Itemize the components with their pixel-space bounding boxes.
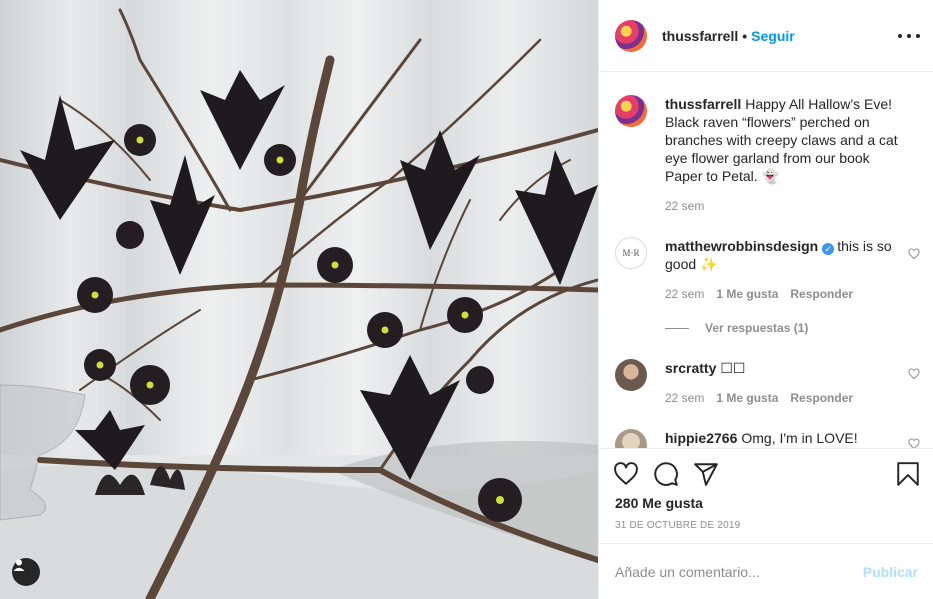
commenter-username[interactable]: matthewrobbinsdesign bbox=[665, 238, 818, 254]
reply-button[interactable]: Responder bbox=[790, 287, 853, 301]
comment-item: M·R matthewrobbinsdesign ✓ this is so good… bbox=[615, 237, 925, 273]
photo-illustration bbox=[0, 8, 598, 599]
view-replies-label: Ver respuestas (1) bbox=[705, 321, 809, 335]
share-icon[interactable] bbox=[693, 461, 719, 487]
comment-meta: 22 sem 1 Me gusta Responder bbox=[665, 391, 853, 405]
action-bar: 280 Me gusta 31 DE OCTUBRE DE 2019 bbox=[599, 448, 933, 544]
post-photo[interactable] bbox=[0, 0, 598, 599]
comment-composer: Publicar bbox=[599, 543, 933, 599]
comment-like-heart-icon[interactable] bbox=[908, 368, 920, 380]
caption: thussfarrell Happy All Hallow’s Eve! Blac… bbox=[615, 95, 925, 185]
caption-meta: 22 sem bbox=[665, 199, 704, 213]
bookmark-icon[interactable] bbox=[895, 461, 921, 487]
comment-likes[interactable]: 1 Me gusta bbox=[716, 391, 778, 405]
author-avatar[interactable] bbox=[615, 19, 647, 52]
replies-divider bbox=[665, 327, 689, 329]
comment-time[interactable]: 22 sem bbox=[665, 391, 704, 405]
commenter-username[interactable]: srcratty bbox=[665, 360, 716, 376]
follow-button[interactable]: Seguir bbox=[751, 28, 795, 44]
comment-text: ☐☐ bbox=[720, 360, 746, 376]
commenter-avatar[interactable]: M·R bbox=[615, 237, 647, 269]
user-tag-icon[interactable] bbox=[12, 558, 40, 586]
caption-avatar[interactable] bbox=[615, 95, 647, 127]
view-replies-button[interactable]: Ver respuestas (1) bbox=[665, 321, 808, 335]
separator-dot: • bbox=[742, 27, 748, 44]
post-header: thussfarrell • Seguir bbox=[599, 0, 933, 72]
commenter-username[interactable]: hippie2766 bbox=[665, 430, 737, 446]
likes-count[interactable]: 280 Me gusta bbox=[615, 495, 703, 511]
commenter-avatar[interactable] bbox=[615, 359, 647, 391]
comment-text: Omg, I'm in LOVE! bbox=[741, 430, 858, 446]
comment-likes[interactable]: 1 Me gusta bbox=[716, 287, 778, 301]
comment-time[interactable]: 22 sem bbox=[665, 287, 704, 301]
caption-time[interactable]: 22 sem bbox=[665, 199, 704, 213]
comment-like-heart-icon[interactable] bbox=[908, 248, 920, 260]
post-side-panel: thussfarrell • Seguir thussfarrell Happy … bbox=[598, 0, 933, 599]
reply-button[interactable]: Responder bbox=[790, 391, 853, 405]
comment-like-heart-icon[interactable] bbox=[908, 438, 920, 448]
avatar-monogram: M·R bbox=[622, 248, 640, 258]
comment-input[interactable] bbox=[615, 563, 863, 580]
comments-list[interactable]: thussfarrell Happy All Hallow’s Eve! Blac… bbox=[599, 72, 933, 448]
verified-icon: ✓ bbox=[822, 243, 835, 255]
post-date[interactable]: 31 DE OCTUBRE DE 2019 bbox=[615, 520, 740, 531]
post-frame: thussfarrell • Seguir thussfarrell Happy … bbox=[0, 0, 933, 599]
heart-icon[interactable] bbox=[613, 461, 639, 487]
more-options-icon[interactable] bbox=[898, 26, 920, 46]
comment-item: hippie2766 Omg, I'm in LOVE! bbox=[615, 429, 925, 448]
commenter-avatar[interactable] bbox=[615, 429, 647, 448]
caption-username[interactable]: thussfarrell bbox=[665, 96, 741, 112]
comment-meta: 22 sem 1 Me gusta Responder bbox=[665, 287, 853, 301]
author-username[interactable]: thussfarrell bbox=[662, 28, 738, 44]
publish-button[interactable]: Publicar bbox=[863, 564, 918, 580]
comment-icon[interactable] bbox=[653, 461, 679, 487]
comment-item: srcratty ☐☐ bbox=[615, 359, 925, 391]
